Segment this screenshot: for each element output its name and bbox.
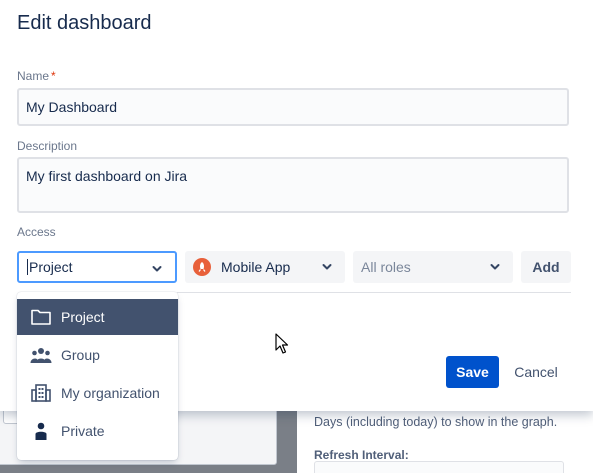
refresh-interval-label: Refresh Interval: (314, 448, 409, 462)
name-label-text: Name (17, 69, 50, 83)
text-caret (27, 259, 28, 275)
menu-item-my-organization[interactable]: My organization (17, 375, 178, 411)
name-label: Name * (17, 69, 56, 83)
cancel-button[interactable]: Cancel (506, 356, 566, 388)
project-select[interactable]: Mobile App (185, 251, 345, 283)
menu-item-label: Project (61, 309, 105, 325)
access-type-select[interactable]: Project (17, 251, 177, 283)
save-button[interactable]: Save (446, 356, 499, 388)
access-type-value: Project (29, 259, 73, 275)
menu-item-private[interactable]: Private (17, 413, 178, 449)
menu-item-group[interactable]: Group (17, 337, 178, 373)
menu-item-label: Group (61, 347, 100, 363)
organization-icon (30, 383, 52, 403)
roles-select[interactable]: All roles (353, 251, 513, 283)
chevron-down-icon (322, 264, 332, 270)
person-icon (30, 421, 52, 441)
required-mark: * (51, 69, 56, 83)
description-label: Description (17, 139, 78, 153)
menu-item-label: Private (61, 423, 105, 439)
group-icon (30, 345, 52, 365)
refresh-interval-input (314, 461, 564, 473)
access-divider (177, 292, 571, 293)
roles-select-placeholder: All roles (361, 259, 411, 275)
modal-title: Edit dashboard (17, 12, 152, 34)
mouse-cursor-icon (275, 333, 289, 354)
access-type-menu: Project Group My organization Private (17, 292, 178, 460)
project-select-value: Mobile App (221, 259, 291, 275)
name-input[interactable]: My Dashboard (17, 88, 569, 126)
menu-item-label: My organization (61, 385, 160, 401)
folder-icon (30, 307, 52, 327)
days-hint-text: Days (including today) to show in the gr… (314, 415, 558, 429)
description-input[interactable]: My first dashboard on Jira (17, 157, 569, 213)
mobile-app-project-icon (193, 258, 211, 276)
rocket-glyph-icon (198, 262, 206, 272)
chevron-down-icon (152, 266, 162, 272)
access-label: Access (17, 225, 56, 239)
add-access-button[interactable]: Add (521, 251, 571, 283)
chevron-down-icon (490, 264, 500, 270)
menu-item-project[interactable]: Project (17, 299, 178, 335)
